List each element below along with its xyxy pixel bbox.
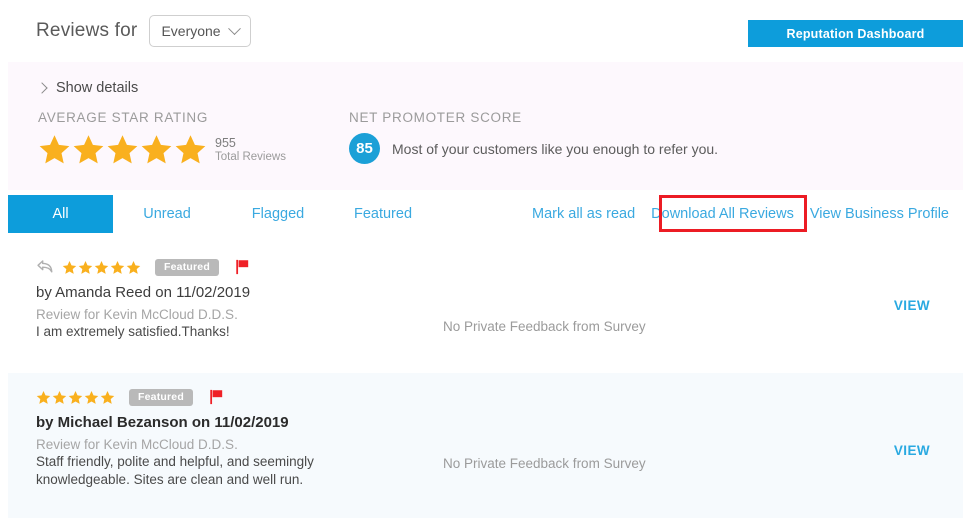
tab-featured[interactable]: Featured	[337, 195, 429, 233]
nps-message: Most of your customers like you enough t…	[392, 140, 719, 157]
mark-all-as-read-link[interactable]: Mark all as read	[532, 206, 635, 222]
page-header: Reviews for Everyone Reputation Dashboar…	[0, 0, 971, 62]
star-icon	[68, 390, 83, 404]
featured-badge: Featured	[129, 388, 193, 406]
review-for-line: Review for Kevin McCloud D.D.S.	[36, 437, 238, 452]
tab-flagged[interactable]: Flagged	[232, 195, 324, 233]
private-feedback-text: No Private Feedback from Survey	[443, 319, 646, 334]
review-view-link[interactable]: VIEW	[894, 298, 930, 313]
star-icon	[94, 260, 109, 274]
review-row[interactable]: Featured by Michael Bezanson on 11/02/20…	[8, 373, 963, 518]
net-promoter-score-block: NET PROMOTER SCORE 85 Most of your custo…	[349, 110, 718, 164]
star-icon	[73, 135, 104, 164]
audience-dropdown[interactable]: Everyone	[149, 15, 251, 47]
reply-icon[interactable]	[36, 259, 54, 275]
page-title: Reviews for	[36, 20, 138, 41]
featured-badge: Featured	[155, 258, 219, 276]
tab-all[interactable]: All	[8, 195, 113, 233]
show-details-label: Show details	[56, 80, 139, 96]
private-feedback-text: No Private Feedback from Survey	[443, 456, 646, 471]
review-author-line: by Amanda Reed on 11/02/2019	[36, 284, 251, 301]
average-star-rating-stars	[38, 133, 207, 166]
audience-dropdown-value: Everyone	[161, 23, 221, 39]
review-content: Featured by Amanda Reed on 11/02/2019 Re…	[36, 257, 376, 341]
reviews-tabbar: All Unread Flagged Featured Mark all as …	[0, 195, 971, 235]
review-stars	[62, 260, 141, 275]
star-icon	[100, 390, 115, 404]
star-icon	[39, 135, 70, 164]
star-icon	[78, 260, 93, 274]
star-icon	[110, 260, 125, 274]
star-icon	[36, 390, 51, 404]
star-icon	[175, 135, 206, 164]
review-view-link[interactable]: VIEW	[894, 443, 930, 458]
show-details-toggle[interactable]: Show details	[36, 80, 139, 96]
chevron-right-icon	[36, 82, 48, 94]
review-author-line: by Michael Bezanson on 11/02/2019	[36, 414, 289, 431]
star-icon	[52, 390, 67, 404]
review-text: I am extremely satisfied.Thanks!	[36, 324, 230, 339]
total-reviews-block: 955 Total Reviews	[215, 136, 286, 166]
reputation-dashboard-button[interactable]: Reputation Dashboard	[748, 20, 963, 47]
star-icon	[84, 390, 99, 404]
star-icon	[126, 260, 141, 274]
stats-panel: Show details AVERAGE STAR RATING 955 Tot…	[8, 62, 963, 190]
net-promoter-score-label: NET PROMOTER SCORE	[349, 110, 522, 125]
average-star-rating-block: AVERAGE STAR RATING 955 Total Reviews	[38, 110, 286, 166]
review-content: Featured by Michael Bezanson on 11/02/20…	[36, 387, 376, 489]
review-meta-row: Featured	[36, 257, 376, 277]
flag-icon[interactable]	[235, 259, 250, 275]
total-reviews-label: Total Reviews	[215, 150, 286, 163]
star-icon	[62, 260, 77, 274]
chevron-down-icon	[227, 21, 241, 35]
flag-icon[interactable]	[209, 389, 224, 405]
view-business-profile-link[interactable]: View Business Profile	[810, 206, 949, 222]
review-row[interactable]: Featured by Amanda Reed on 11/02/2019 Re…	[8, 243, 963, 363]
average-star-rating-label: AVERAGE STAR RATING	[38, 110, 209, 125]
review-stars	[36, 390, 115, 405]
review-text: Staff friendly, polite and helpful, and …	[36, 454, 314, 487]
review-for-line: Review for Kevin McCloud D.D.S.	[36, 307, 238, 322]
reviews-actions: Mark all as read Download All Reviews Vi…	[532, 195, 949, 233]
download-all-reviews-link[interactable]: Download All Reviews	[651, 206, 794, 222]
star-icon	[141, 135, 172, 164]
review-meta-row: Featured	[36, 387, 376, 407]
star-icon	[107, 135, 138, 164]
total-reviews-count: 955	[215, 136, 236, 151]
tab-unread[interactable]: Unread	[121, 195, 213, 233]
nps-score-badge: 85	[349, 133, 380, 164]
